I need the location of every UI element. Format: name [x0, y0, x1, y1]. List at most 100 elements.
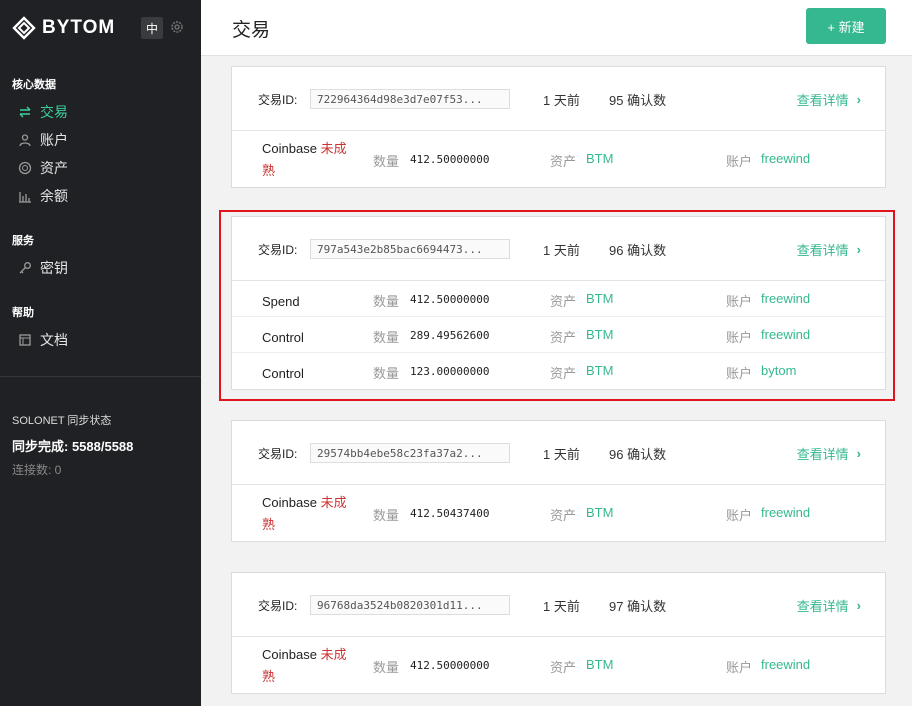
asset-link[interactable]: BTM: [586, 151, 613, 166]
row-type: Control: [262, 327, 358, 349]
row-type-label: Coinbase: [262, 647, 317, 662]
qty-label: 数量: [373, 154, 400, 169]
account-label: 账户: [726, 330, 753, 345]
account-link[interactable]: freewind: [761, 291, 810, 306]
account-link[interactable]: freewind: [761, 327, 810, 342]
language-toggle-button[interactable]: 中: [141, 17, 163, 39]
asset-label: 资产: [550, 508, 577, 523]
sidebar-item[interactable]: 余额: [12, 182, 201, 210]
new-transaction-button[interactable]: + 新建: [806, 8, 886, 44]
sidebar: BYTOM 中 核心数据 交易 账户 资产 余额 服务 密钥 帮助 文档 SOLONET 同步状…: [0, 0, 201, 706]
page-title: 交易: [232, 20, 271, 41]
view-details-link[interactable]: 查看详情 ›: [797, 90, 861, 109]
transaction-header: 交易ID: 96768da3524b0820301d11... 1 天前 97 …: [232, 573, 885, 637]
row-type: Coinbase 未成熟: [262, 138, 358, 182]
sidebar-item-label: 文档: [40, 332, 68, 348]
nav-section: 服务 密钥: [0, 232, 201, 282]
transaction-header: 交易ID: 722964364d98e3d7e07f53... 1 天前 95 …: [232, 67, 885, 131]
chevron-right-icon: ›: [856, 242, 861, 257]
row-type: Coinbase 未成熟: [262, 492, 358, 536]
asset-link[interactable]: BTM: [586, 657, 613, 672]
transaction-row: Coinbase 未成熟 数量 412.50000000 资产 BTM 账户 f…: [232, 637, 885, 693]
tx-confirmations: 96 确认数: [609, 447, 667, 462]
sync-progress: 同步完成: 5588/5588: [12, 439, 134, 454]
sidebar-item[interactable]: 密钥: [12, 254, 201, 282]
tx-id-field[interactable]: 29574bb4ebe58c23fa37a2...: [310, 443, 510, 463]
account-label: 账户: [726, 294, 753, 309]
nav-section: 核心数据交易账户资产余额: [0, 76, 201, 210]
gear-icon[interactable]: [168, 18, 186, 36]
asset-label: 资产: [550, 154, 577, 169]
transaction-row: Coinbase 未成熟 数量 412.50000000 资产 BTM 账户 f…: [232, 131, 885, 187]
tx-id-label: 交易ID:: [258, 447, 298, 461]
account-label: 账户: [726, 660, 753, 675]
nav-section: 帮助 文档: [0, 304, 201, 354]
qty-value: 412.50000000: [410, 293, 490, 306]
tx-id-field[interactable]: 797a543e2b85bac6694473...: [310, 239, 510, 259]
view-details-label: 查看详情: [796, 447, 849, 462]
asset-link[interactable]: BTM: [586, 505, 613, 520]
sidebar-item[interactable]: 资产: [12, 154, 201, 182]
account-link[interactable]: bytom: [761, 363, 796, 378]
tx-time: 1 天前: [543, 447, 580, 462]
sidebar-divider: [0, 376, 201, 377]
transaction-card: 交易ID: 797a543e2b85bac6694473... 1 天前 96 …: [231, 216, 886, 390]
account-link[interactable]: freewind: [761, 151, 810, 166]
asset-label: 资产: [550, 294, 577, 309]
view-details-label: 查看详情: [796, 243, 849, 258]
key-icon: [18, 261, 32, 275]
account-link[interactable]: freewind: [761, 657, 810, 672]
asset-link[interactable]: BTM: [586, 363, 613, 378]
tx-id-label: 交易ID:: [258, 243, 298, 257]
transaction-header: 交易ID: 29574bb4ebe58c23fa37a2... 1 天前 96 …: [232, 421, 885, 485]
balance-icon: [18, 189, 32, 203]
tx-id-label: 交易ID:: [258, 599, 298, 613]
tx-time: 1 天前: [543, 599, 580, 614]
user-icon: [18, 133, 32, 147]
sidebar-item-label: 密钥: [40, 260, 68, 276]
asset-link[interactable]: BTM: [586, 291, 613, 306]
row-type: Coinbase 未成熟: [262, 644, 358, 688]
view-details-link[interactable]: 查看详情 ›: [797, 240, 861, 259]
tx-id-field[interactable]: 96768da3524b0820301d11...: [310, 595, 510, 615]
account-label: 账户: [726, 508, 753, 523]
qty-value: 412.50000000: [410, 659, 490, 672]
transaction-card: 交易ID: 722964364d98e3d7e07f53... 1 天前 95 …: [231, 66, 886, 188]
sync-status-title: SOLONET 同步状态: [12, 415, 112, 427]
row-type: Control: [262, 363, 358, 385]
account-label: 账户: [726, 366, 753, 381]
sidebar-item[interactable]: 交易: [12, 98, 201, 126]
asset-label: 资产: [550, 660, 577, 675]
peer-count: 连接数: 0: [12, 463, 62, 477]
view-details-link[interactable]: 查看详情 ›: [797, 444, 861, 463]
page-header: 交易 + 新建: [201, 0, 912, 56]
chevron-right-icon: ›: [856, 92, 861, 107]
account-label: 账户: [726, 154, 753, 169]
sidebar-item[interactable]: 文档: [12, 326, 201, 354]
qty-label: 数量: [373, 294, 400, 309]
sidebar-item[interactable]: 账户: [12, 126, 201, 154]
nav-section-title: 核心数据: [12, 79, 56, 91]
doc-icon: [18, 333, 32, 347]
asset-label: 资产: [550, 366, 577, 381]
qty-label: 数量: [373, 366, 400, 381]
bytom-logo-icon: [12, 16, 36, 40]
chevron-right-icon: ›: [856, 446, 861, 461]
asset-icon: [18, 161, 32, 175]
row-type: Spend: [262, 291, 358, 313]
tx-time: 1 天前: [543, 243, 580, 258]
transaction-row: Control 数量 289.49562600 资产 BTM 账户 freewi…: [232, 317, 885, 353]
tx-id-label: 交易ID:: [258, 93, 298, 107]
sidebar-item-label: 账户: [40, 132, 68, 148]
account-link[interactable]: freewind: [761, 505, 810, 520]
row-type-label: Spend: [262, 294, 300, 309]
tx-id-field[interactable]: 722964364d98e3d7e07f53...: [310, 89, 510, 109]
transaction-row: Spend 数量 412.50000000 资产 BTM 账户 freewind: [232, 281, 885, 317]
sidebar-item-label: 资产: [40, 160, 68, 176]
qty-value: 412.50000000: [410, 153, 490, 166]
asset-link[interactable]: BTM: [586, 327, 613, 342]
sidebar-item-label: 交易: [40, 104, 68, 120]
view-details-link[interactable]: 查看详情 ›: [797, 596, 861, 615]
transaction-row: Control 数量 123.00000000 资产 BTM 账户 bytom: [232, 353, 885, 389]
asset-label: 资产: [550, 330, 577, 345]
